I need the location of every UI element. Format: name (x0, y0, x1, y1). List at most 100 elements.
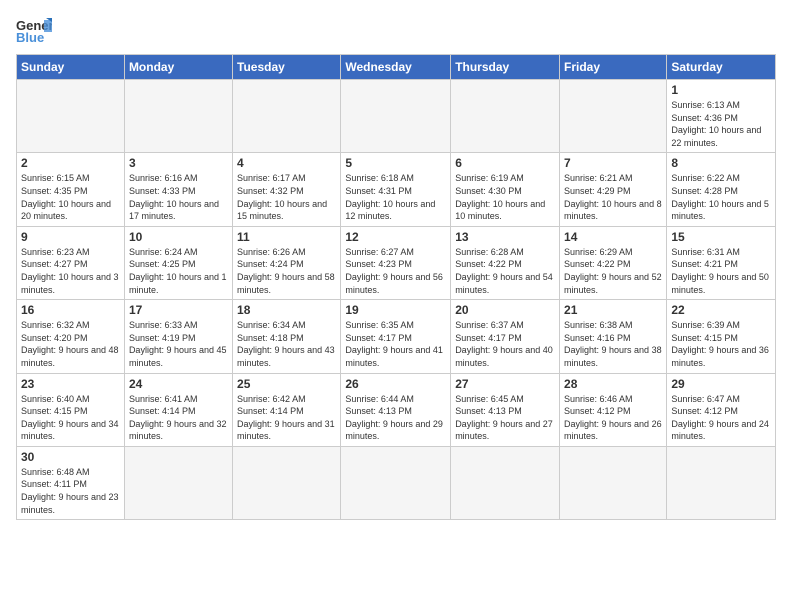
day-number: 30 (21, 450, 120, 464)
day-info: Sunrise: 6:23 AM Sunset: 4:27 PM Dayligh… (21, 246, 120, 296)
calendar-cell: 22 Sunrise: 6:39 AM Sunset: 4:15 PM Dayli… (667, 300, 776, 373)
calendar-cell: 16Sunrise: 6:32 AM Sunset: 4:20 PM Dayli… (17, 300, 125, 373)
day-number: 29 (671, 377, 771, 391)
day-info: Sunrise: 6:13 AM Sunset: 4:36 PM Dayligh… (671, 99, 771, 149)
day-info: Sunrise: 6:40 AM Sunset: 4:15 PM Dayligh… (21, 393, 120, 443)
calendar-cell: 19 Sunrise: 6:35 AM Sunset: 4:17 PM Dayli… (341, 300, 451, 373)
day-number: 2 (21, 156, 120, 170)
calendar-cell (341, 446, 451, 519)
day-number: 13 (455, 230, 555, 244)
day-number: 22 (671, 303, 771, 317)
day-number: 15 (671, 230, 771, 244)
calendar-cell (124, 446, 232, 519)
calendar-cell: 12 Sunrise: 6:27 AM Sunset: 4:23 PM Dayli… (341, 226, 451, 299)
day-number: 27 (455, 377, 555, 391)
calendar-cell (451, 446, 560, 519)
calendar-cell: 25 Sunrise: 6:42 AM Sunset: 4:14 PM Dayli… (233, 373, 341, 446)
calendar-cell: 1 Sunrise: 6:13 AM Sunset: 4:36 PM Daylig… (667, 80, 776, 153)
calendar-cell: 15 Sunrise: 6:31 AM Sunset: 4:21 PM Dayli… (667, 226, 776, 299)
calendar-header-thursday: Thursday (451, 55, 560, 80)
calendar-cell: 7Sunrise: 6:21 AM Sunset: 4:29 PM Daylig… (560, 153, 667, 226)
calendar-cell: 24Sunrise: 6:41 AM Sunset: 4:14 PM Dayli… (124, 373, 232, 446)
calendar-cell: 4 Sunrise: 6:17 AM Sunset: 4:32 PM Daylig… (233, 153, 341, 226)
day-info: Sunrise: 6:17 AM Sunset: 4:32 PM Dayligh… (237, 172, 336, 222)
calendar-header-monday: Monday (124, 55, 232, 80)
calendar-cell: 17 Sunrise: 6:33 AM Sunset: 4:19 PM Dayli… (124, 300, 232, 373)
day-info: Sunrise: 6:39 AM Sunset: 4:15 PM Dayligh… (671, 319, 771, 369)
day-number: 18 (237, 303, 336, 317)
calendar-cell: 21Sunrise: 6:38 AM Sunset: 4:16 PM Dayli… (560, 300, 667, 373)
calendar-cell (233, 446, 341, 519)
calendar-table: SundayMondayTuesdayWednesdayThursdayFrid… (16, 54, 776, 520)
calendar-cell: 3Sunrise: 6:16 AM Sunset: 4:33 PM Daylig… (124, 153, 232, 226)
day-info: Sunrise: 6:48 AM Sunset: 4:11 PM Dayligh… (21, 466, 120, 516)
day-number: 16 (21, 303, 120, 317)
day-number: 11 (237, 230, 336, 244)
calendar-cell: 9Sunrise: 6:23 AM Sunset: 4:27 PM Daylig… (17, 226, 125, 299)
day-number: 28 (564, 377, 662, 391)
day-number: 3 (129, 156, 228, 170)
calendar-cell: 28 Sunrise: 6:46 AM Sunset: 4:12 PM Dayli… (560, 373, 667, 446)
calendar-cell: 27 Sunrise: 6:45 AM Sunset: 4:13 PM Dayli… (451, 373, 560, 446)
day-number: 10 (129, 230, 228, 244)
day-number: 19 (345, 303, 446, 317)
day-info: Sunrise: 6:34 AM Sunset: 4:18 PM Dayligh… (237, 319, 336, 369)
page: General Blue SundayMondayTuesdayWednesda… (0, 0, 792, 612)
day-info: Sunrise: 6:28 AM Sunset: 4:22 PM Dayligh… (455, 246, 555, 296)
calendar-cell (233, 80, 341, 153)
day-info: Sunrise: 6:44 AM Sunset: 4:13 PM Dayligh… (345, 393, 446, 443)
day-info: Sunrise: 6:33 AM Sunset: 4:19 PM Dayligh… (129, 319, 228, 369)
day-number: 26 (345, 377, 446, 391)
calendar-cell: 29Sunrise: 6:47 AM Sunset: 4:12 PM Dayli… (667, 373, 776, 446)
calendar-week-row: 23Sunrise: 6:40 AM Sunset: 4:15 PM Dayli… (17, 373, 776, 446)
day-info: Sunrise: 6:24 AM Sunset: 4:25 PM Dayligh… (129, 246, 228, 296)
calendar-cell: 10 Sunrise: 6:24 AM Sunset: 4:25 PM Dayli… (124, 226, 232, 299)
day-info: Sunrise: 6:29 AM Sunset: 4:22 PM Dayligh… (564, 246, 662, 296)
calendar-cell: 20 Sunrise: 6:37 AM Sunset: 4:17 PM Dayli… (451, 300, 560, 373)
day-info: Sunrise: 6:15 AM Sunset: 4:35 PM Dayligh… (21, 172, 120, 222)
day-info: Sunrise: 6:21 AM Sunset: 4:29 PM Dayligh… (564, 172, 662, 222)
calendar-cell (667, 446, 776, 519)
day-info: Sunrise: 6:26 AM Sunset: 4:24 PM Dayligh… (237, 246, 336, 296)
calendar-cell (341, 80, 451, 153)
day-info: Sunrise: 6:42 AM Sunset: 4:14 PM Dayligh… (237, 393, 336, 443)
calendar-week-row: 1 Sunrise: 6:13 AM Sunset: 4:36 PM Daylig… (17, 80, 776, 153)
calendar-cell: 11 Sunrise: 6:26 AM Sunset: 4:24 PM Dayli… (233, 226, 341, 299)
day-info: Sunrise: 6:35 AM Sunset: 4:17 PM Dayligh… (345, 319, 446, 369)
day-number: 4 (237, 156, 336, 170)
calendar-cell: 30 Sunrise: 6:48 AM Sunset: 4:11 PM Dayli… (17, 446, 125, 519)
day-number: 6 (455, 156, 555, 170)
calendar-cell (124, 80, 232, 153)
day-number: 20 (455, 303, 555, 317)
generalblue-logo-icon: General Blue (16, 16, 52, 44)
calendar-week-row: 16Sunrise: 6:32 AM Sunset: 4:20 PM Dayli… (17, 300, 776, 373)
calendar-cell (560, 80, 667, 153)
calendar-cell: 26 Sunrise: 6:44 AM Sunset: 4:13 PM Dayli… (341, 373, 451, 446)
header: General Blue (16, 16, 776, 44)
calendar-cell: 23Sunrise: 6:40 AM Sunset: 4:15 PM Dayli… (17, 373, 125, 446)
day-info: Sunrise: 6:19 AM Sunset: 4:30 PM Dayligh… (455, 172, 555, 222)
calendar-cell: 13 Sunrise: 6:28 AM Sunset: 4:22 PM Dayli… (451, 226, 560, 299)
day-info: Sunrise: 6:37 AM Sunset: 4:17 PM Dayligh… (455, 319, 555, 369)
calendar-cell: 2 Sunrise: 6:15 AM Sunset: 4:35 PM Daylig… (17, 153, 125, 226)
calendar-header-saturday: Saturday (667, 55, 776, 80)
day-info: Sunrise: 6:38 AM Sunset: 4:16 PM Dayligh… (564, 319, 662, 369)
day-number: 1 (671, 83, 771, 97)
day-number: 17 (129, 303, 228, 317)
day-info: Sunrise: 6:45 AM Sunset: 4:13 PM Dayligh… (455, 393, 555, 443)
calendar-cell (17, 80, 125, 153)
calendar-cell: 14Sunrise: 6:29 AM Sunset: 4:22 PM Dayli… (560, 226, 667, 299)
calendar-header-tuesday: Tuesday (233, 55, 341, 80)
day-info: Sunrise: 6:27 AM Sunset: 4:23 PM Dayligh… (345, 246, 446, 296)
calendar-cell (451, 80, 560, 153)
calendar-cell: 6 Sunrise: 6:19 AM Sunset: 4:30 PM Daylig… (451, 153, 560, 226)
day-info: Sunrise: 6:31 AM Sunset: 4:21 PM Dayligh… (671, 246, 771, 296)
day-info: Sunrise: 6:41 AM Sunset: 4:14 PM Dayligh… (129, 393, 228, 443)
day-number: 25 (237, 377, 336, 391)
day-number: 5 (345, 156, 446, 170)
day-info: Sunrise: 6:18 AM Sunset: 4:31 PM Dayligh… (345, 172, 446, 222)
day-info: Sunrise: 6:46 AM Sunset: 4:12 PM Dayligh… (564, 393, 662, 443)
calendar-header-sunday: Sunday (17, 55, 125, 80)
calendar-week-row: 9Sunrise: 6:23 AM Sunset: 4:27 PM Daylig… (17, 226, 776, 299)
day-number: 12 (345, 230, 446, 244)
